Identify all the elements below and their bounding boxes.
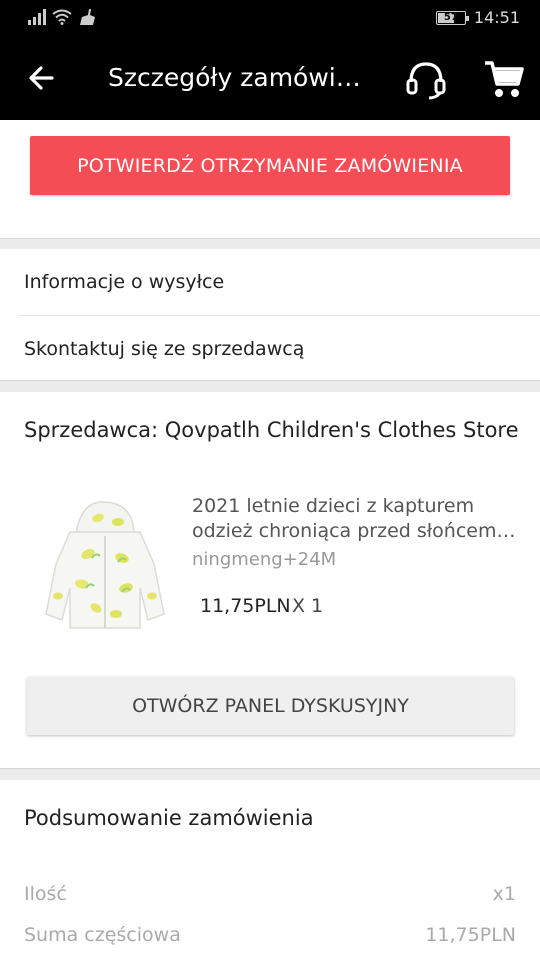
shipping-info-item[interactable]: Informacje o wysyłce — [0, 249, 540, 315]
battery-level: 57 — [443, 11, 458, 23]
summary-value: 11,75PLN — [425, 924, 516, 946]
summary-label: Suma częściowa — [24, 924, 181, 946]
seller-section: Sprzedawca: Qovpatlh Children's Clothes … — [0, 392, 540, 768]
headset-icon — [406, 62, 446, 100]
app-bar: Szczegóły zamówien... — [0, 38, 540, 120]
summary-label: Ilość — [24, 883, 67, 905]
summary-row-subtotal: Suma częściowa 11,75PLN — [24, 924, 516, 946]
status-bar: 57 14:51 — [0, 0, 540, 38]
back-button[interactable] — [22, 58, 62, 98]
order-summary: Podsumowanie zamówienia Ilość x1 Suma cz… — [0, 780, 540, 960]
product-image[interactable] — [36, 496, 172, 640]
confirm-section: POTWIERDŹ OTRZYMANIE ZAMÓWIENIA — [0, 120, 540, 238]
support-button[interactable] — [403, 56, 449, 102]
cleaner-icon — [80, 9, 95, 25]
product-title[interactable]: 2021 letnie dzieci z kapturem odzież chr… — [192, 494, 518, 544]
status-left-icons — [28, 9, 96, 25]
seller-name[interactable]: Sprzedawca: Qovpatlh Children's Clothes … — [24, 418, 519, 442]
contact-seller-item[interactable]: Skontaktuj się ze sprzedawcą — [0, 316, 540, 382]
product-title-line2: odzież chroniąca przed słońcem ... — [192, 520, 518, 542]
product-title-line1: 2021 letnie dzieci z kapturem — [192, 495, 475, 517]
cart-icon — [485, 61, 524, 97]
summary-value: x1 — [492, 883, 516, 905]
cart-button[interactable] — [482, 56, 526, 102]
product-price: 11,75PLN — [200, 595, 291, 617]
product-quantity: X 1 — [292, 595, 324, 617]
section-divider — [0, 768, 540, 780]
section-divider — [0, 380, 540, 392]
battery-icon: 57 — [435, 10, 469, 25]
product-variant: ningmeng+24M — [192, 549, 337, 570]
section-divider — [0, 238, 540, 249]
status-right: 57 14:51 — [435, 8, 520, 27]
signal-icon — [28, 9, 46, 25]
page-title: Szczegóły zamówien... — [108, 63, 376, 92]
wifi-icon — [52, 9, 72, 25]
arrow-left-icon — [29, 66, 54, 90]
info-links: Informacje o wysyłce Skontaktuj się ze s… — [0, 249, 540, 382]
confirm-receipt-button[interactable]: POTWIERDŹ OTRZYMANIE ZAMÓWIENIA — [30, 136, 510, 195]
clock: 14:51 — [473, 8, 520, 27]
summary-row-quantity: Ilość x1 — [24, 883, 516, 905]
summary-title: Podsumowanie zamówienia — [24, 806, 314, 830]
open-dispute-button[interactable]: OTWÓRZ PANEL DYSKUSYJNY — [27, 677, 514, 735]
